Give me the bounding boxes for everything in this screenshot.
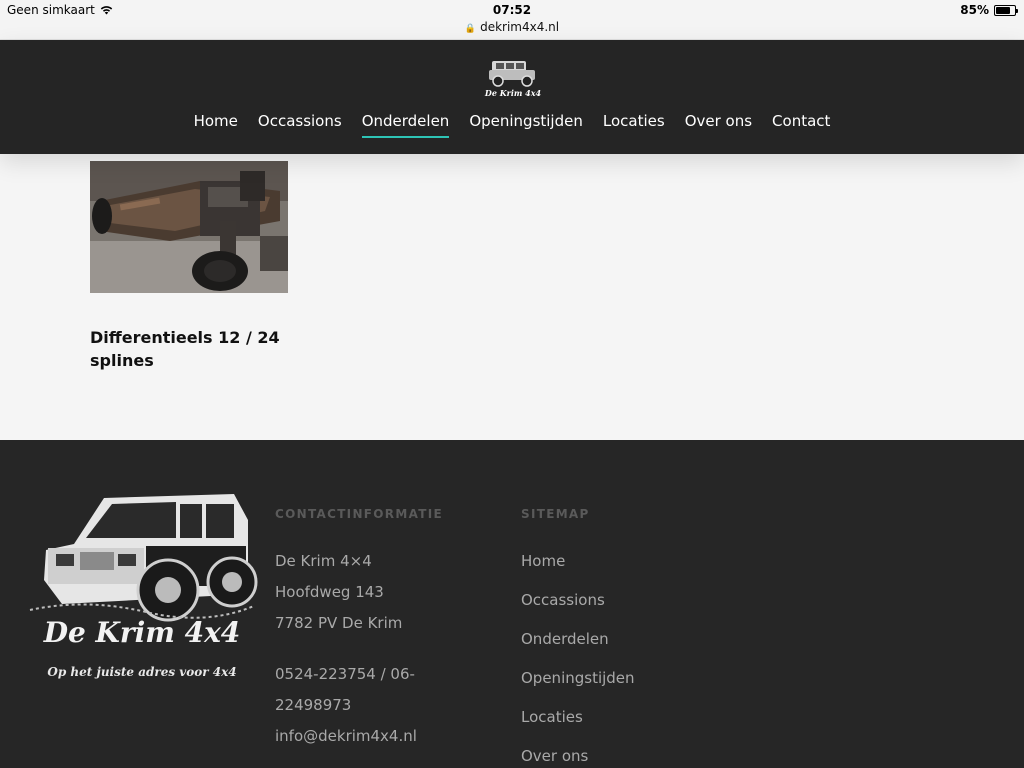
browser-status-bar: Geen simkaart 07:52 🔒 dekrim4x4.nl 85% [0, 0, 1024, 40]
footer-logo: De Krim 4x4 Op het juiste adres voor 4x4 [29, 494, 258, 679]
product-image[interactable] [90, 161, 288, 293]
nav-home[interactable]: Home [194, 112, 238, 138]
svg-text:De Krim 4x4: De Krim 4x4 [43, 616, 241, 649]
sitemap-openingstijden[interactable]: Openingstijden [521, 659, 635, 698]
contact-phone-line-1[interactable]: 0524-223754 / 06- [275, 659, 417, 690]
sitemap-home[interactable]: Home [521, 542, 635, 581]
nav-onderdelen[interactable]: Onderdelen [361, 112, 449, 138]
contact-heading: CONTACTINFORMATIE [275, 507, 443, 521]
sitemap-locaties[interactable]: Locaties [521, 698, 635, 737]
svg-text:Op het juiste adres voor 4x4: Op het juiste adres voor 4x4 [47, 665, 236, 679]
site-footer: De Krim 4x4 Op het juiste adres voor 4x4… [0, 440, 1024, 768]
contact-communication: 0524-223754 / 06- 22498973 info@dekrim4x… [275, 659, 417, 752]
sitemap-onderdelen[interactable]: Onderdelen [521, 620, 635, 659]
battery-indicator: 85% [960, 3, 1018, 17]
contact-phone-line-2[interactable]: 22498973 [275, 690, 417, 721]
sitemap-heading: SITEMAP [521, 507, 590, 521]
contact-name: De Krim 4×4 [275, 552, 372, 570]
workshop-photo [90, 161, 288, 293]
battery-icon [994, 4, 1018, 16]
contact-street: Hoofdweg 143 [275, 583, 384, 601]
sitemap-over-ons[interactable]: Over ons [521, 737, 635, 768]
main-nav: Home Occassions Onderdelen Openingstijde… [0, 112, 1024, 138]
address-bar[interactable]: 🔒 dekrim4x4.nl [0, 20, 1024, 34]
nav-contact[interactable]: Contact [772, 112, 830, 138]
nav-over-ons[interactable]: Over ons [685, 112, 752, 138]
main-content: Differentieels 12 / 24 splines [0, 154, 1024, 440]
site-header: De Krim 4x4 Home Occassions Onderdelen O… [0, 40, 1024, 154]
contact-details: De Krim 4×4 Hoofdweg 143 7782 PV De Krim [275, 546, 402, 639]
clock: 07:52 [492, 3, 532, 17]
battery-percent: 85% [960, 3, 989, 17]
nav-openingstijden[interactable]: Openingstijden [469, 112, 583, 138]
contact-email[interactable]: info@dekrim4x4.nl [275, 721, 417, 752]
lock-icon: 🔒 [464, 24, 477, 34]
svg-text:De Krim 4x4: De Krim 4x4 [484, 88, 542, 98]
site-logo[interactable]: De Krim 4x4 [482, 52, 544, 98]
url-text: dekrim4x4.nl [480, 20, 560, 34]
contact-city: 7782 PV De Krim [275, 614, 403, 632]
product-title[interactable]: Differentieels 12 / 24 splines [90, 326, 300, 372]
nav-occassions[interactable]: Occassions [258, 112, 342, 138]
nav-locaties[interactable]: Locaties [603, 112, 665, 138]
sitemap-occassions[interactable]: Occassions [521, 581, 635, 620]
sitemap-list: Home Occassions Onderdelen Openingstijde… [521, 542, 635, 768]
